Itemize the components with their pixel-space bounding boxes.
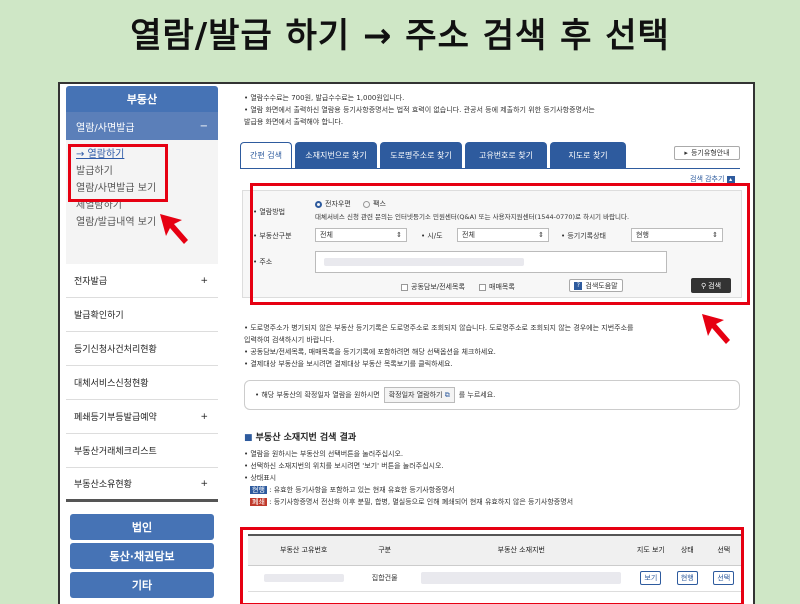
chevron-right-icon: ▸ (684, 149, 688, 157)
highlight-search-panel (250, 183, 750, 305)
sidebar-item-history[interactable]: 열람/발급내역 보기 (76, 214, 218, 231)
sidebar-item-checklist[interactable]: 부동산거래체크리스트 (66, 434, 218, 468)
sidebar-header[interactable]: 부동산 (66, 86, 218, 112)
hint-box: • 해당 부동산의 확정일자 열람을 원하시면 확정일자 열람하기 ⧉ 를 누르… (244, 380, 740, 410)
sidebar-section-view-issue[interactable]: 열람/사면발급 − (66, 112, 218, 140)
sidebar-item-issue-check[interactable]: 발급확인하기 (66, 298, 218, 332)
confirm-date-view-button[interactable]: 확정일자 열람하기 ⧉ (383, 387, 455, 403)
sidebar-item-ownership[interactable]: 부동산소유현황 + (66, 468, 218, 502)
expand-icon: + (200, 275, 208, 286)
sidebar-item-corporation[interactable]: 법인 (70, 514, 214, 540)
sidebar-item-etc[interactable]: 기타 (70, 572, 214, 598)
middle-notes: • 도로명주소가 병기되지 않은 부동산 등기기록은 도로명주소로 조회되지 않… (244, 324, 634, 368)
headline: 열람/발급 하기 → 주소 검색 후 선택 (130, 16, 670, 56)
expand-icon: + (200, 478, 208, 489)
status-badge-current: 현행 (250, 486, 267, 494)
results-notes: • 열람을 원하시는 부동산의 선택버튼을 눌러주십시오. • 선택하신 소재지… (244, 450, 574, 506)
highlight-view-menu (68, 144, 168, 202)
tab-underline (240, 168, 740, 169)
highlight-results-table (240, 527, 744, 604)
main-content: • 열람수수료는 700원, 발급수수료는 1,000원입니다. • 열람 화면… (230, 84, 753, 604)
sidebar-item-alt-service[interactable]: 대체서비스신청현황 (66, 366, 218, 400)
sidebar-item-case-status[interactable]: 등기신청사건처리현황 (66, 332, 218, 366)
tab-map[interactable]: 지도로 찾기 (550, 142, 626, 168)
search-tabs: 간편 검색 소재지번으로 찾기 도로명주소로 찾기 고유번호로 찾기 지도로 찾… (240, 142, 640, 168)
arrow-pointer-icon (702, 314, 730, 344)
tab-unique-number[interactable]: 고유번호로 찾기 (465, 142, 547, 168)
arrow-pointer-icon (160, 214, 188, 244)
tab-road-address[interactable]: 도로명주소로 찾기 (380, 142, 462, 168)
sidebar-item-closed-reserve[interactable]: 폐쇄등기부등발급예약 + (66, 400, 218, 434)
browser-window: 부동산 열람/사면발급 − → 열람하기 발급하기 열람/사면발급 보기 제열람… (58, 82, 755, 604)
sidebar-item-movable-bond[interactable]: 동산·채권담보 (70, 543, 214, 569)
sidebar-section-label: 열람/사면발급 (76, 122, 135, 134)
status-badge-closed: 폐쇄 (250, 498, 267, 506)
tab-lot-number[interactable]: 소재지번으로 찾기 (295, 142, 377, 168)
sidebar-item-e-issue[interactable]: 전자발급 + (66, 264, 218, 298)
results-title: ■ 부동산 소재지번 검색 결과 (244, 433, 357, 443)
tab-simple-search[interactable]: 간편 검색 (240, 142, 292, 168)
collapse-icon: − (199, 120, 208, 132)
dash-icon: ■ (244, 433, 253, 443)
expand-icon: + (200, 411, 208, 422)
registry-type-guide-button[interactable]: ▸ 등기유형안내 (674, 146, 740, 160)
external-link-icon: ⧉ (444, 391, 450, 399)
top-notes: • 열람수수료는 700원, 발급수수료는 1,000원입니다. • 열람 화면… (244, 94, 595, 126)
